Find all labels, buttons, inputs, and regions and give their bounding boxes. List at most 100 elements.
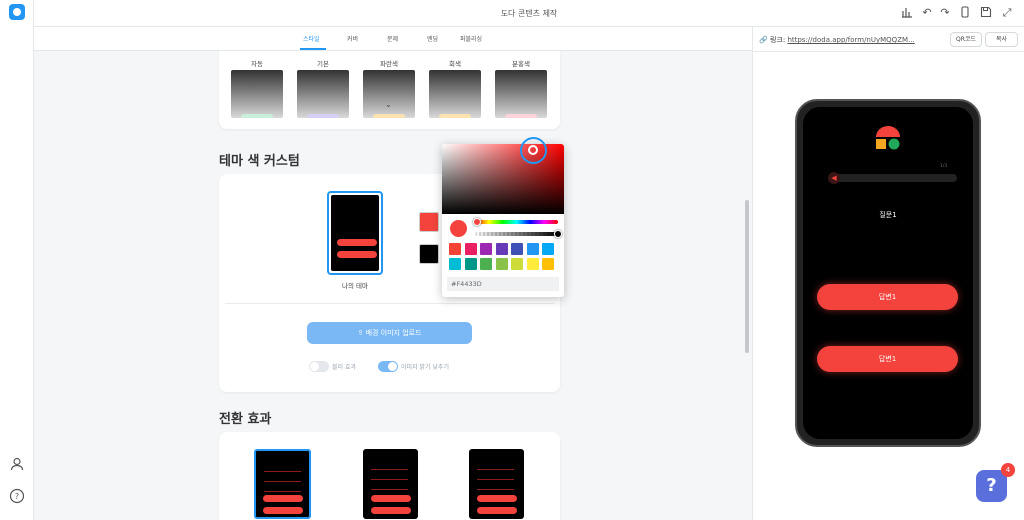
theme-pill bbox=[477, 507, 517, 514]
alpha-fill bbox=[475, 232, 558, 236]
mobile-preview-icon[interactable] bbox=[958, 6, 972, 20]
tab-questions[interactable]: 문제 bbox=[387, 34, 398, 43]
style-preset-card: 자동 기본 파란색 회색 분홍색 ⌄ bbox=[219, 51, 560, 129]
hue-slider-handle[interactable] bbox=[473, 218, 481, 226]
color-swatch[interactable] bbox=[480, 258, 492, 270]
theme-pill bbox=[477, 495, 517, 502]
upload-background-button[interactable]: ⇪ 배경 이미지 업로드 bbox=[307, 322, 472, 344]
save-icon[interactable] bbox=[979, 6, 993, 20]
theme-pill bbox=[371, 507, 411, 514]
share-link-url[interactable]: https://doda.app/form/nUyMQQZM... bbox=[787, 36, 914, 44]
tab-style[interactable]: 스타일 bbox=[303, 34, 320, 43]
preset-pink[interactable] bbox=[495, 70, 547, 118]
line bbox=[371, 479, 408, 480]
link-icon: 🔗 bbox=[759, 36, 768, 44]
preset-label: 자동 bbox=[251, 60, 263, 68]
preset-chip bbox=[373, 114, 405, 118]
preset-label: 기본 bbox=[317, 60, 329, 68]
toggle-knob bbox=[310, 362, 319, 371]
line bbox=[371, 489, 408, 490]
color-swatch[interactable] bbox=[464, 243, 477, 255]
app-logo[interactable] bbox=[9, 4, 25, 20]
color-swatch[interactable] bbox=[526, 243, 539, 255]
color-swatch[interactable] bbox=[495, 258, 508, 270]
answer-button[interactable]: 답변1 bbox=[817, 284, 958, 310]
hue-slider[interactable] bbox=[475, 220, 558, 224]
editor-scrollbar[interactable] bbox=[745, 200, 749, 353]
alpha-slider-handle[interactable] bbox=[554, 230, 562, 238]
preset-chip bbox=[241, 114, 273, 118]
line bbox=[264, 481, 301, 482]
transition-option-1[interactable] bbox=[254, 449, 311, 519]
transition-option-3[interactable] bbox=[469, 449, 524, 519]
stats-icon[interactable] bbox=[900, 6, 914, 20]
theme-custom-title: 테마 색 커스텀 bbox=[219, 154, 300, 169]
tab-publishing[interactable]: 퍼블리싱 bbox=[460, 34, 482, 43]
transition-option-2[interactable] bbox=[363, 449, 418, 519]
preset-label: 파란색 bbox=[380, 60, 398, 68]
line bbox=[371, 469, 408, 470]
fullscreen-icon[interactable]: ⤢ bbox=[1000, 6, 1014, 20]
color-swatch[interactable] bbox=[542, 243, 554, 255]
preset-blue[interactable]: ⌄ bbox=[363, 70, 415, 118]
theme-pill bbox=[337, 251, 377, 258]
blur-toggle-label: 블러 효과 bbox=[332, 364, 356, 371]
help-notification-badge: 4 bbox=[1001, 463, 1015, 477]
cursor-focus-ring bbox=[520, 137, 547, 164]
background-color-swatch[interactable] bbox=[419, 244, 439, 264]
undo-icon[interactable]: ↶ bbox=[920, 6, 934, 20]
primary-color-swatch[interactable] bbox=[419, 212, 439, 232]
answer-button[interactable]: 답변1 bbox=[817, 346, 958, 372]
color-swatch[interactable] bbox=[495, 243, 508, 255]
upload-icon: ⇪ bbox=[357, 329, 364, 337]
preset-auto[interactable] bbox=[231, 70, 283, 118]
preset-chip bbox=[439, 114, 471, 118]
color-swatch[interactable] bbox=[511, 243, 523, 255]
help-circle-icon[interactable]: ? bbox=[9, 488, 25, 504]
progress-bar bbox=[832, 174, 957, 182]
color-swatch[interactable] bbox=[449, 258, 461, 270]
preset-label: 분홍색 bbox=[512, 60, 530, 68]
copy-link-button[interactable]: 복사 bbox=[985, 32, 1018, 47]
active-tab-indicator bbox=[300, 48, 326, 50]
line bbox=[477, 479, 514, 480]
color-swatch[interactable] bbox=[480, 243, 492, 255]
tab-ending[interactable]: 엔딩 bbox=[427, 34, 438, 43]
qr-code-button[interactable]: QR코드 bbox=[950, 32, 982, 47]
redo-icon[interactable]: ↷ bbox=[938, 6, 952, 20]
phone-preview: 1/3 ◀ 질문1 답변1 답변1 bbox=[795, 99, 981, 447]
preset-label: 회색 bbox=[449, 60, 461, 68]
line bbox=[264, 491, 301, 492]
user-icon[interactable] bbox=[9, 456, 25, 472]
preset-gray[interactable] bbox=[429, 70, 481, 118]
color-swatch[interactable] bbox=[464, 258, 477, 270]
color-swatch[interactable] bbox=[542, 258, 554, 270]
top-bar: 도다 콘텐츠 제작 ↶ ↷ ⤢ bbox=[34, 0, 1024, 27]
divider bbox=[225, 303, 554, 304]
phone-screen: 1/3 ◀ 질문1 답변1 답변1 bbox=[803, 107, 973, 439]
color-swatch[interactable] bbox=[526, 258, 539, 270]
toggle-knob bbox=[388, 362, 397, 371]
tab-cover[interactable]: 커버 bbox=[347, 34, 358, 43]
color-picker-popover bbox=[442, 144, 564, 297]
preset-default[interactable] bbox=[297, 70, 349, 118]
progress-count: 1/3 bbox=[940, 164, 948, 169]
alpha-slider[interactable] bbox=[475, 232, 558, 236]
color-swatch[interactable] bbox=[449, 243, 461, 255]
hex-color-input[interactable] bbox=[447, 277, 559, 291]
color-swatch[interactable] bbox=[511, 258, 523, 270]
dim-image-toggle[interactable] bbox=[378, 361, 398, 372]
chevron-down-icon: ⌄ bbox=[385, 100, 392, 109]
my-theme-thumbnail[interactable] bbox=[327, 191, 383, 275]
blur-toggle[interactable] bbox=[309, 361, 329, 372]
app-title: 도다 콘텐츠 제작 bbox=[500, 9, 558, 18]
preview-pane: 🔗 링크: https://doda.app/form/nUyMQQZM... … bbox=[753, 27, 1024, 520]
tab-bar: 스타일 커버 문제 엔딩 퍼블리싱 bbox=[34, 27, 752, 51]
line bbox=[264, 471, 301, 472]
upload-button-label: 배경 이미지 업로드 bbox=[365, 329, 422, 337]
share-link-row: 🔗 링크: https://doda.app/form/nUyMQQZM... bbox=[759, 35, 915, 45]
dim-image-toggle-label: 이미지 밝기 낮추기 bbox=[401, 364, 449, 371]
theme-pill bbox=[263, 495, 303, 502]
back-arrow-icon[interactable]: ◀ bbox=[828, 172, 840, 184]
question-text: 질문1 bbox=[879, 211, 897, 219]
